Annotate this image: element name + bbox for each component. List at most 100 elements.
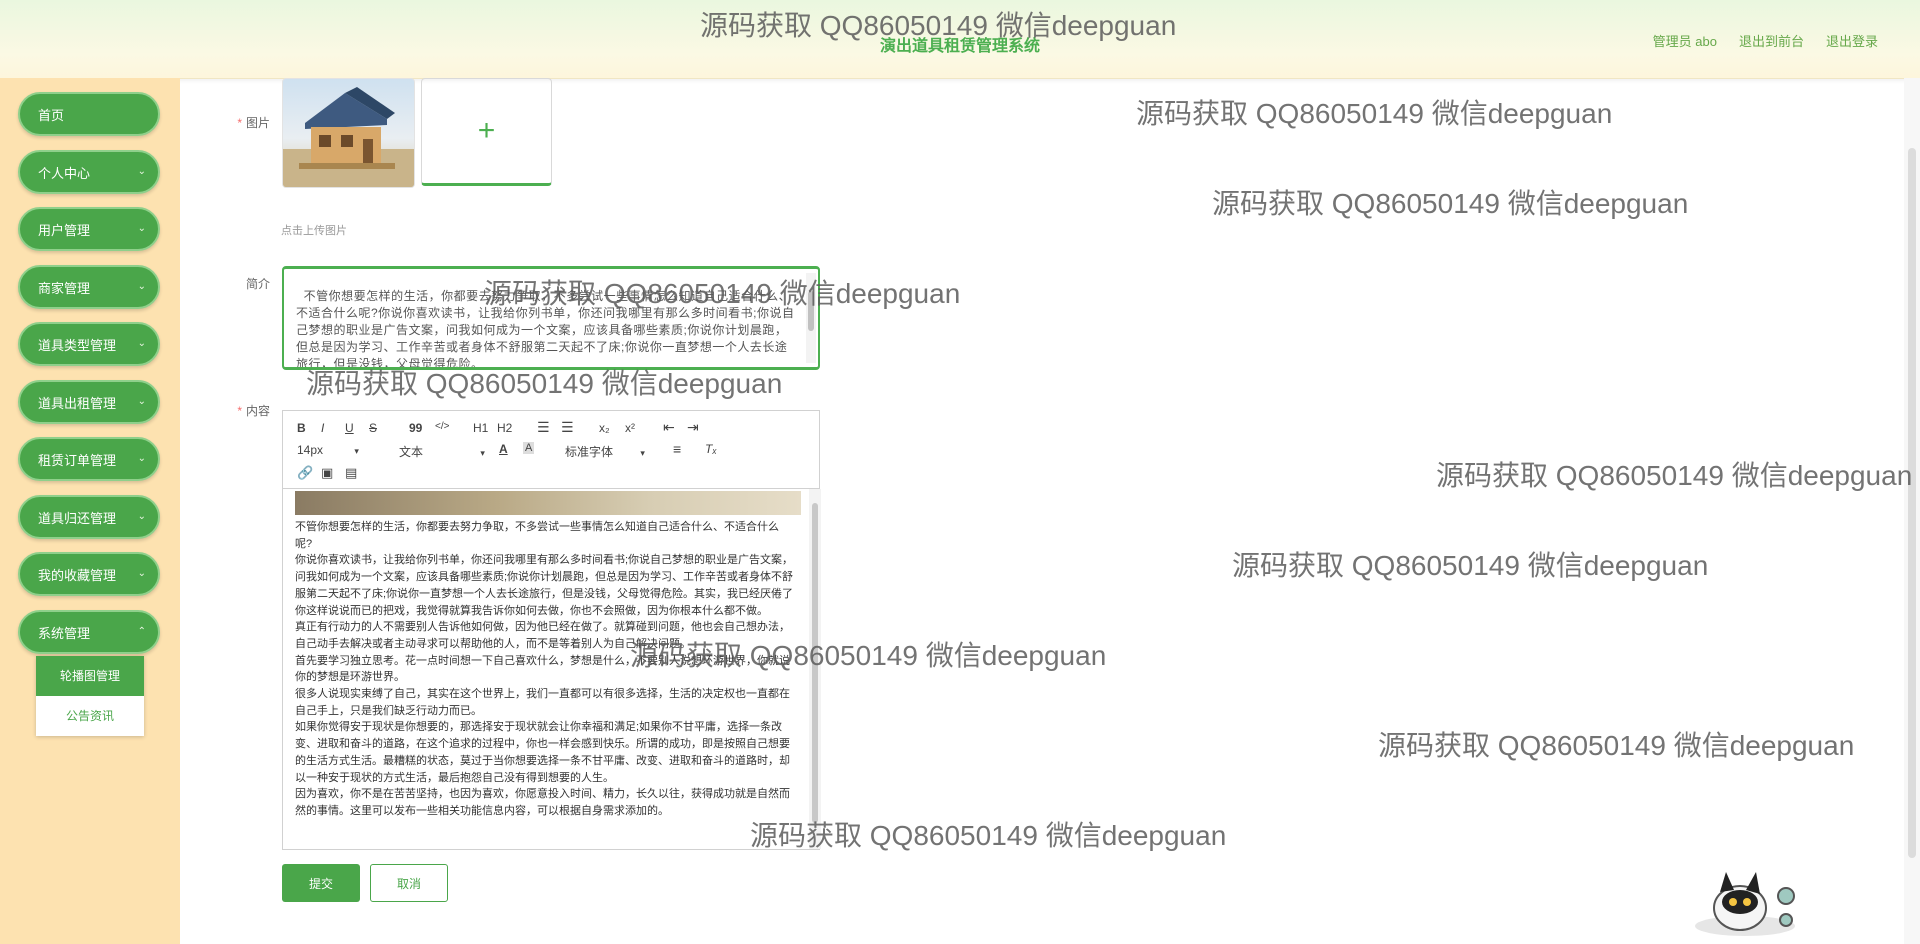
bold-button[interactable]: B xyxy=(297,421,306,435)
content-paragraph: 不管你想要怎样的生活，你都要去努力争取，不多尝试一些事情怎么知道自己适合什么、不… xyxy=(295,521,779,550)
top-nav: 管理员 abo 退出到前台 退出登录 xyxy=(1653,31,1878,50)
superscript-button[interactable]: x² xyxy=(625,421,635,435)
editor-toolbar: B I U S 99 </> H1 H2 ☰ ☰ x₂ x² ⇤ ⇥ 14px … xyxy=(283,411,819,489)
sidebar-item-personal-center[interactable]: 个人中心 ⌄ xyxy=(18,150,160,194)
watermark-text: 源码获取 QQ86050149 微信deepguan xyxy=(1436,460,1913,491)
submenu-item-carousel[interactable]: 轮播图管理 xyxy=(36,656,144,696)
heading2-button[interactable]: H2 xyxy=(497,421,512,435)
required-mark: * xyxy=(237,116,242,130)
watermark-text: 源码获取 QQ86050149 微信deepguan xyxy=(1212,188,1689,219)
strike-button[interactable]: S xyxy=(369,421,377,435)
link-icon[interactable]: 🔗 xyxy=(297,465,313,481)
sidebar-item-prop-rental-management[interactable]: 道具出租管理 ⌄ xyxy=(18,380,160,424)
back-to-front-link[interactable]: 退出到前台 xyxy=(1739,31,1804,50)
select-arrows-icon: ▾ xyxy=(480,448,485,458)
content-paragraph: 因为喜欢，你不是在苦苦坚持，也因为喜欢，你愿意投入时间、精力，长久以往，获得成功… xyxy=(295,788,790,817)
heading1-button[interactable]: H1 xyxy=(473,421,488,435)
system-submenu: 轮播图管理 公告资讯 xyxy=(36,656,144,736)
font-family-select[interactable]: 标准字体 ▾ xyxy=(565,443,645,460)
watermark-text: 源码获取 QQ86050149 微信deepguan xyxy=(1378,730,1855,761)
sidebar-item-user-management[interactable]: 用户管理 ⌄ xyxy=(18,207,160,251)
content-text: 不管你想要怎样的生活，你都要去努力争取，不多尝试一些事情怎么知道自己适合什么、不… xyxy=(295,519,795,820)
admin-user-link[interactable]: 管理员 abo xyxy=(1653,31,1717,50)
underline-button[interactable]: U xyxy=(345,421,354,435)
chevron-down-icon: ⌄ xyxy=(137,281,146,292)
sidebar-item-system-management[interactable]: 系统管理 ⌃ xyxy=(18,610,160,654)
sidebar: 首页 个人中心 ⌄ 用户管理 ⌄ 商家管理 ⌄ 道具类型管理 ⌄ 道具出租管理 ⌄ 租赁订… xyxy=(0,78,180,944)
blockquote-button[interactable]: 99 xyxy=(409,421,422,435)
text-type-select[interactable]: 文本 ▾ xyxy=(399,443,485,460)
sidebar-item-label: 道具出租管理 xyxy=(38,395,117,411)
content-paragraph: 你说你喜欢读书，让我给你列书单，你还问我哪里有那么多时间看书;你说自己梦想的职业… xyxy=(295,554,794,617)
rich-text-editor: B I U S 99 </> H1 H2 ☰ ☰ x₂ x² ⇤ ⇥ 14px … xyxy=(282,410,821,850)
chevron-down-icon: ⌄ xyxy=(137,166,146,177)
chevron-down-icon: ⌄ xyxy=(137,453,146,464)
font-color-icon[interactable]: A xyxy=(499,442,508,456)
sidebar-item-label: 商家管理 xyxy=(38,280,91,296)
app-title: 演出道具租赁管理系统 xyxy=(879,38,1040,55)
bullet-list-icon[interactable]: ☰ xyxy=(561,419,574,436)
select-arrows-icon: ▾ xyxy=(640,448,645,458)
indent-icon[interactable]: ⇥ xyxy=(687,419,699,436)
watermark-text: 源码获取 QQ86050149 微信deepguan xyxy=(1136,98,1613,129)
chevron-down-icon: ⌄ xyxy=(137,396,146,407)
chevron-down-icon: ⌄ xyxy=(137,338,146,349)
video-insert-icon[interactable]: ▤ xyxy=(345,465,357,481)
content-label: * 内容 xyxy=(237,404,270,418)
required-mark: * xyxy=(237,404,242,418)
content-paragraph: 如果你觉得安于现状是你想要的，那选择安于现状就会让你幸福和满足;如果你不甘平庸，… xyxy=(295,721,790,784)
uploaded-image-thumbnail[interactable] xyxy=(282,78,415,188)
plus-icon: + xyxy=(477,114,496,147)
intro-textarea[interactable]: 不管你想要怎样的生活，你都要去努力争取，不多尝试一些事情怎么知道自己适合什么、不… xyxy=(282,266,820,370)
ordered-list-icon[interactable]: ☰ xyxy=(537,419,550,436)
sidebar-item-label: 道具类型管理 xyxy=(38,337,117,353)
upload-hint: 点击上传图片 xyxy=(281,225,347,237)
top-header: 演出道具租赁管理系统 管理员 abo 退出到前台 退出登录 xyxy=(0,0,1920,79)
sidebar-item-rental-order-management[interactable]: 租赁订单管理 ⌄ xyxy=(18,437,160,481)
content-banner-image xyxy=(295,491,801,515)
page-scrollbar[interactable] xyxy=(1904,78,1920,944)
italic-button[interactable]: I xyxy=(321,421,324,435)
outdent-icon[interactable]: ⇤ xyxy=(663,419,675,436)
image-upload-button[interactable]: + xyxy=(421,78,552,186)
editor-scrollbar[interactable] xyxy=(809,489,821,849)
cancel-button[interactable]: 取消 xyxy=(370,864,448,902)
sidebar-item-merchant-management[interactable]: 商家管理 ⌄ xyxy=(18,265,160,309)
align-icon[interactable]: ≡ xyxy=(673,441,681,457)
editor-content[interactable]: 不管你想要怎样的生活，你都要去努力争取，不多尝试一些事情怎么知道自己适合什么、不… xyxy=(283,489,821,849)
sidebar-item-prop-return-management[interactable]: 道具归还管理 ⌄ xyxy=(18,495,160,539)
sidebar-item-label: 首页 xyxy=(38,107,65,123)
sidebar-item-prop-type-management[interactable]: 道具类型管理 ⌄ xyxy=(18,322,160,366)
select-arrows-icon: ▾ xyxy=(354,446,359,456)
submit-button[interactable]: 提交 xyxy=(282,864,360,902)
subscript-button[interactable]: x₂ xyxy=(599,421,610,435)
content-paragraph: 首先要学习独立思考。花一点时间想一下自己喜欢什么，梦想是什么，不要别人说想环游世… xyxy=(295,654,790,684)
background-color-icon[interactable]: A xyxy=(523,442,535,454)
mascot-cat-image xyxy=(1695,872,1795,936)
sidebar-item-favorites-management[interactable]: 我的收藏管理 ⌄ xyxy=(18,552,160,596)
sidebar-item-label: 系统管理 xyxy=(38,625,91,641)
sidebar-item-label: 道具归还管理 xyxy=(38,510,117,526)
font-size-select[interactable]: 14px ▾ xyxy=(297,443,359,457)
clear-format-icon[interactable]: Tₓ xyxy=(705,442,717,456)
intro-text: 不管你想要怎样的生活，你都要去努力争取，不多尝试一些事情怎么知道自己适合什么、不… xyxy=(296,289,795,370)
chevron-down-icon: ⌄ xyxy=(137,223,146,234)
content-paragraph: 很多人说现实束缚了自己，其实在这个世界上，我们一直都可以有很多选择，生活的决定权… xyxy=(295,688,790,717)
sidebar-item-home[interactable]: 首页 xyxy=(18,92,160,136)
image-insert-icon[interactable]: ▣ xyxy=(321,465,333,481)
chevron-up-icon: ⌃ xyxy=(137,626,146,637)
logout-link[interactable]: 退出登录 xyxy=(1826,31,1878,50)
content-paragraph: 真正有行动力的人不需要别人告诉他如何做，因为他已经在做了。就算碰到问题，他也会自… xyxy=(295,621,790,650)
chevron-down-icon: ⌄ xyxy=(137,568,146,579)
intro-scrollbar[interactable] xyxy=(806,273,816,363)
sidebar-item-label: 我的收藏管理 xyxy=(38,567,117,583)
watermark-text: 源码获取 QQ86050149 微信deepguan xyxy=(750,820,1227,851)
watermark-text: 源码获取 QQ86050149 微信deepguan xyxy=(1232,550,1709,581)
code-block-button[interactable]: </> xyxy=(435,421,449,432)
submenu-item-announcements[interactable]: 公告资讯 xyxy=(36,696,144,736)
chevron-down-icon: ⌄ xyxy=(137,511,146,522)
sidebar-item-label: 个人中心 xyxy=(38,165,91,181)
sidebar-item-label: 用户管理 xyxy=(38,222,91,238)
image-label: * 图片 xyxy=(237,116,270,130)
intro-label: 简介 xyxy=(245,277,270,291)
